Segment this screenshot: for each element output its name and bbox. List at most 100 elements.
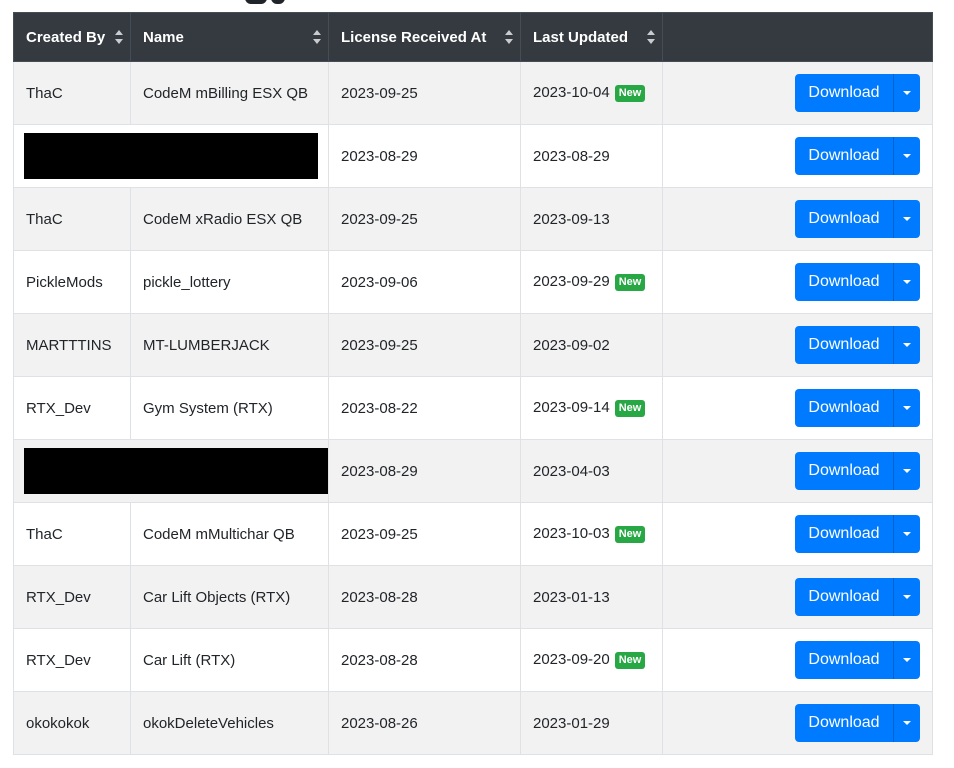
cell-actions: Download	[662, 61, 933, 125]
cell-license-received: 2023-08-26	[328, 691, 521, 755]
column-header-name[interactable]: Name	[130, 12, 329, 62]
download-dropdown-toggle[interactable]	[893, 578, 920, 616]
download-dropdown-toggle[interactable]	[893, 704, 920, 742]
cell-last-updated: 2023-09-29 New	[520, 250, 663, 314]
download-dropdown-toggle[interactable]	[893, 389, 920, 427]
download-dropdown-toggle[interactable]	[893, 641, 920, 679]
download-button[interactable]: Download	[795, 641, 893, 679]
name-text: MT-LUMBERJACK	[143, 336, 270, 354]
cell-last-updated: 2023-10-04 New	[520, 61, 663, 125]
last-updated-text: 2023-09-20	[533, 651, 610, 668]
cell-actions: Download	[662, 628, 933, 692]
download-button-group: Download	[795, 137, 920, 175]
column-header-label: License Received At	[341, 28, 487, 46]
download-button[interactable]: Download	[795, 137, 893, 175]
download-button[interactable]: Download	[795, 389, 893, 427]
table-row: RTX_Dev Car Lift Objects (RTX) 2023-08-28 2…	[13, 565, 933, 629]
cell-license-received: 2023-09-25	[328, 61, 521, 125]
caret-down-icon	[903, 721, 911, 725]
cell-license-received: 2023-08-28	[328, 628, 521, 692]
download-dropdown-toggle[interactable]	[893, 326, 920, 364]
caret-down-icon	[903, 91, 911, 95]
download-button-group: Download	[795, 389, 920, 427]
sort-icon[interactable]	[647, 30, 655, 44]
download-button[interactable]: Download	[795, 326, 893, 364]
created-by-text: RTX_Dev	[26, 588, 91, 606]
column-header-created-by[interactable]: Created By	[13, 12, 131, 62]
table-row: ThaC CodeM mMultichar QB 2023-09-25 2023-10…	[13, 502, 933, 566]
license-received-text: 2023-09-25	[341, 210, 418, 228]
column-header-last-updated[interactable]: Last Updated	[520, 12, 663, 62]
table-row: okokokok okokDeleteVehicles 2023-08-26 2023…	[13, 691, 933, 755]
new-badge: New	[614, 400, 646, 417]
cell-license-received: 2023-08-22	[328, 376, 521, 440]
license-received-text: 2023-09-25	[341, 84, 418, 102]
cell-last-updated: 2023-04-03	[520, 439, 663, 503]
cell-name: CodeM mMultichar QB	[130, 502, 329, 566]
license-received-text: 2023-08-28	[341, 651, 418, 669]
download-button-group: Download	[795, 326, 920, 364]
caret-down-icon	[903, 595, 911, 599]
sort-icon[interactable]	[313, 30, 321, 44]
table-row: 2023-08-29 2023-08-29 Download	[13, 124, 933, 188]
page-heading-cropped	[0, 0, 954, 12]
name-text: Car Lift Objects (RTX)	[143, 588, 291, 606]
download-button[interactable]: Download	[795, 452, 893, 490]
name-text: CodeM mBilling ESX QB	[143, 84, 309, 102]
cell-created-by: PickleMods	[13, 250, 131, 314]
new-badge: New	[614, 526, 646, 543]
table-header: Created By Name License Received At Last…	[13, 12, 933, 62]
license-received-text: 2023-09-06	[341, 273, 418, 291]
cell-license-received: 2023-09-25	[328, 187, 521, 251]
cell-created-by: ThaC	[13, 187, 131, 251]
cell-license-received: 2023-09-06	[328, 250, 521, 314]
download-button-group: Download	[795, 641, 920, 679]
sort-icon[interactable]	[115, 30, 123, 44]
last-updated-text: 2023-09-14	[533, 399, 610, 416]
cell-last-updated: 2023-09-02	[520, 313, 663, 377]
name-text: okokDeleteVehicles	[143, 714, 274, 732]
download-button[interactable]: Download	[795, 515, 893, 553]
cell-name: CodeM mBilling ESX QB	[130, 61, 329, 125]
sort-icon[interactable]	[505, 30, 513, 44]
cell-created-by: okokokok	[13, 691, 131, 755]
download-button[interactable]: Download	[795, 578, 893, 616]
caret-down-icon	[903, 406, 911, 410]
download-button-group: Download	[795, 515, 920, 553]
new-badge: New	[614, 652, 646, 669]
download-dropdown-toggle[interactable]	[893, 200, 920, 238]
download-button[interactable]: Download	[795, 74, 893, 112]
cell-last-updated: 2023-10-03 New	[520, 502, 663, 566]
new-badge: New	[614, 274, 646, 291]
column-header-license-received[interactable]: License Received At	[328, 12, 521, 62]
download-button[interactable]: Download	[795, 200, 893, 238]
cell-license-received: 2023-08-28	[328, 565, 521, 629]
download-dropdown-toggle[interactable]	[893, 74, 920, 112]
download-button[interactable]: Download	[795, 704, 893, 742]
download-dropdown-toggle[interactable]	[893, 515, 920, 553]
redaction-block	[24, 448, 328, 494]
created-by-text: ThaC	[26, 525, 63, 543]
name-text: CodeM xRadio ESX QB	[143, 210, 303, 228]
redaction-block	[24, 133, 318, 179]
cell-license-received: 2023-08-29	[328, 124, 521, 188]
download-dropdown-toggle[interactable]	[893, 452, 920, 490]
download-button-group: Download	[795, 200, 920, 238]
cell-last-updated: 2023-01-13	[520, 565, 663, 629]
cell-created-by: RTX_Dev	[13, 628, 131, 692]
download-button[interactable]: Download	[795, 263, 893, 301]
cell-last-updated: 2023-08-29	[520, 124, 663, 188]
created-by-text: okokokok	[26, 714, 90, 732]
cell-created-by: ThaC	[13, 502, 131, 566]
table-row: MARTTTINS MT-LUMBERJACK 2023-09-25 2023-09-…	[13, 313, 933, 377]
download-button-group: Download	[795, 578, 920, 616]
download-dropdown-toggle[interactable]	[893, 263, 920, 301]
column-header-actions	[662, 12, 933, 62]
download-dropdown-toggle[interactable]	[893, 137, 920, 175]
cell-name: Car Lift (RTX)	[130, 628, 329, 692]
download-button-group: Download	[795, 704, 920, 742]
cell-created-by: RTX_Dev	[13, 565, 131, 629]
cell-last-updated: 2023-09-13	[520, 187, 663, 251]
cell-last-updated: 2023-01-29	[520, 691, 663, 755]
cell-name: MT-LUMBERJACK	[130, 313, 329, 377]
